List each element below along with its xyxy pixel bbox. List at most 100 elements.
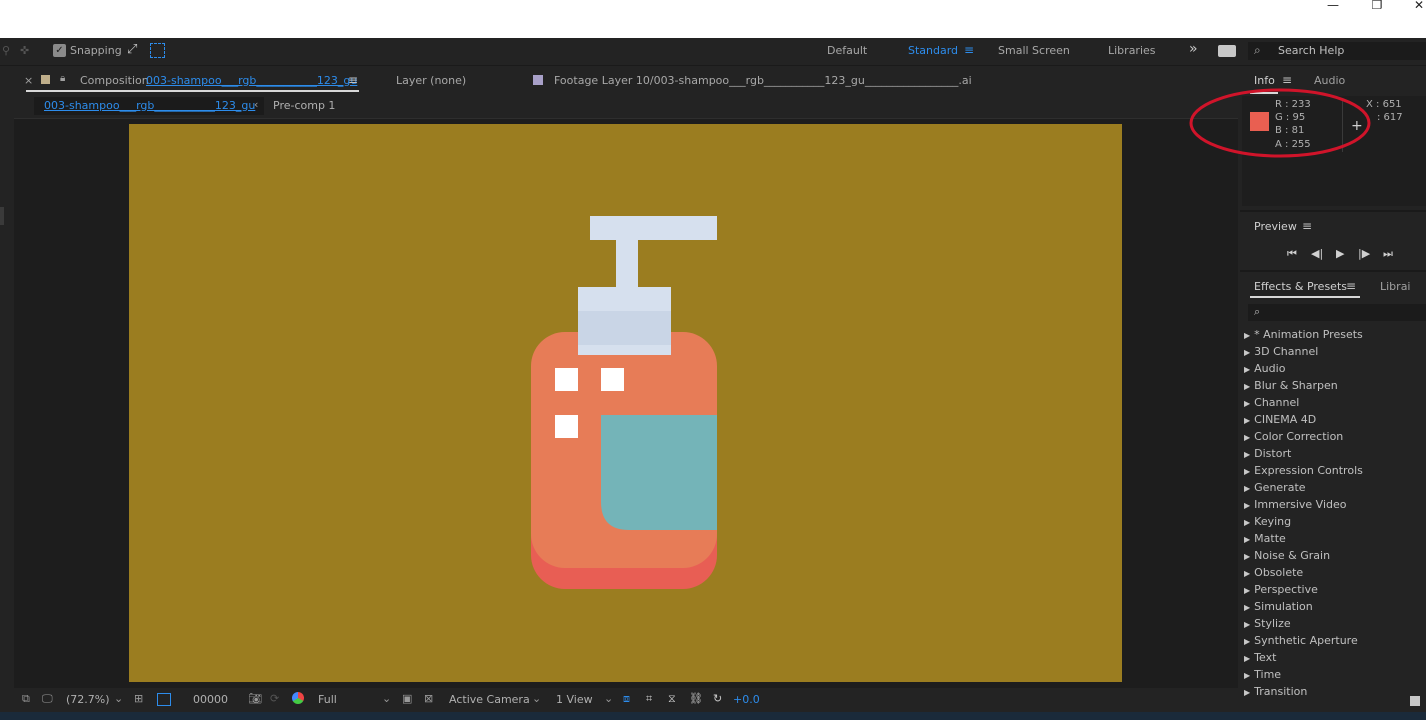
resolution-chevron-icon[interactable]: ⌄: [382, 692, 391, 705]
libraries-tab[interactable]: Librai: [1380, 280, 1411, 293]
snapshot-camera-icon[interactable]: 📷︎: [248, 692, 262, 705]
effects-search-field[interactable]: ⌕: [1248, 304, 1426, 321]
effect-category[interactable]: ▶ Perspective: [1244, 581, 1426, 598]
exposure-value[interactable]: +0.0: [733, 693, 760, 706]
expand-triangle-icon: ▶: [1244, 365, 1251, 374]
effect-category[interactable]: ▶ Keying: [1244, 513, 1426, 530]
sync-settings-icon[interactable]: [1218, 45, 1236, 57]
preview-menu-icon[interactable]: ≡: [1302, 219, 1312, 233]
breadcrumb-arrow-icon: ‹: [254, 98, 259, 111]
puppet-tool-icon[interactable]: ✜: [20, 44, 34, 58]
composition-tab-prefix[interactable]: Composition: [80, 74, 149, 87]
effects-menu-icon[interactable]: ≡: [1346, 279, 1356, 293]
effect-category[interactable]: ▶ Text: [1244, 649, 1426, 666]
breadcrumb-precomp[interactable]: Pre-comp 1: [273, 99, 335, 112]
bottle-label: [601, 415, 717, 530]
view-chevron-icon[interactable]: ⌄: [604, 692, 613, 705]
preview-title: Preview: [1254, 220, 1297, 233]
minimize-button[interactable]: —: [1318, 0, 1348, 14]
effect-category[interactable]: ▶ Obsolete: [1244, 564, 1426, 581]
workspace-default[interactable]: Default: [827, 44, 867, 57]
effects-list: ▶ * Animation Presets ▶ 3D Channel ▶ Audio …: [1244, 326, 1426, 696]
effect-category[interactable]: ▶ Distort: [1244, 445, 1426, 462]
effect-category[interactable]: ▶ Noise & Grain: [1244, 547, 1426, 564]
fast-previews-icon[interactable]: ⌗: [646, 692, 652, 706]
play-icon[interactable]: ▶︎: [1336, 247, 1344, 260]
region-of-interest-icon[interactable]: ▣: [402, 692, 412, 705]
effect-category[interactable]: ▶ Matte: [1244, 530, 1426, 547]
effect-category[interactable]: ▶ Blur & Sharpen: [1244, 377, 1426, 394]
effect-category[interactable]: ▶ Audio: [1244, 360, 1426, 377]
main-toolbar: [0, 38, 1426, 66]
more-workspaces-icon[interactable]: »: [1189, 41, 1198, 57]
layer-tab[interactable]: Layer (none): [396, 74, 466, 87]
close-tab-icon[interactable]: ×: [24, 74, 33, 87]
new-folder-icon[interactable]: [1410, 696, 1420, 706]
expand-triangle-icon: ▶: [1244, 535, 1251, 544]
composition-tab-menu-icon[interactable]: ≡: [348, 73, 358, 87]
breadcrumb-current[interactable]: 003-shampoo___rgb___________123_gu: [44, 99, 255, 112]
expand-triangle-icon: ▶: [1244, 518, 1251, 527]
effect-category[interactable]: ▶ CINEMA 4D: [1244, 411, 1426, 428]
workspace-small-screen[interactable]: Small Screen: [998, 44, 1070, 57]
pin-tool-icon[interactable]: ⚲: [2, 44, 16, 58]
left-panel-handle[interactable]: [0, 207, 4, 225]
shampoo-bottle-illustration: [531, 216, 717, 589]
grid-guides-icon[interactable]: ⊞: [134, 692, 143, 705]
effect-category[interactable]: ▶ Channel: [1244, 394, 1426, 411]
snapping-checkbox[interactable]: ✓: [53, 44, 66, 57]
first-frame-icon[interactable]: ⏮: [1287, 247, 1297, 261]
effect-category[interactable]: ▶ Simulation: [1244, 598, 1426, 615]
expand-triangle-icon: ▶: [1244, 450, 1251, 459]
restore-button[interactable]: ❐: [1362, 0, 1392, 14]
timeline-icon[interactable]: ⧖: [668, 692, 676, 706]
effect-category[interactable]: ▶ Immersive Video: [1244, 496, 1426, 513]
flowchart-icon[interactable]: ⛓: [689, 692, 703, 705]
toggle-pixel-aspect-icon[interactable]: ⧈: [623, 692, 630, 706]
camera-dropdown[interactable]: Active Camera: [449, 693, 530, 706]
effects-presets-title[interactable]: Effects & Presets: [1254, 280, 1347, 293]
resolution-dropdown[interactable]: Full: [318, 693, 337, 706]
effect-category[interactable]: ▶ Generate: [1244, 479, 1426, 496]
view-layout-dropdown[interactable]: 1 View: [556, 693, 593, 706]
snap-features-icon[interactable]: [150, 43, 165, 58]
footage-tab[interactable]: Footage Layer 10/003-shampoo___rgb______…: [554, 74, 972, 87]
zoom-dropdown[interactable]: (72.7%): [66, 693, 110, 706]
composition-viewer[interactable]: [129, 124, 1122, 682]
channel-rgb-icon[interactable]: [292, 692, 304, 704]
always-preview-icon[interactable]: ⧉: [22, 692, 30, 706]
effect-category[interactable]: ▶ 3D Channel: [1244, 343, 1426, 360]
lock-icon[interactable]: 🔒︎: [60, 73, 65, 84]
next-frame-icon[interactable]: |▶︎: [1358, 247, 1370, 260]
workspace-standard[interactable]: Standard: [908, 44, 958, 57]
effect-category[interactable]: ▶ * Animation Presets: [1244, 326, 1426, 343]
previous-frame-icon[interactable]: ◀︎|: [1311, 247, 1323, 260]
info-menu-icon[interactable]: ≡: [1282, 73, 1292, 87]
last-frame-icon[interactable]: ⏭: [1383, 247, 1393, 261]
effect-category[interactable]: ▶ Synthetic Aperture: [1244, 632, 1426, 649]
window-title-bar: [0, 0, 1426, 38]
info-y-coordinate: : 617: [1377, 112, 1403, 123]
transparency-grid-icon[interactable]: ⊠: [424, 692, 433, 705]
effect-category[interactable]: ▶ Time: [1244, 666, 1426, 683]
monitor-icon[interactable]: 🖵︎: [42, 692, 53, 706]
composition-tab-name[interactable]: 003-shampoo___rgb___________123_gu: [146, 74, 357, 87]
effect-category[interactable]: ▶ Transition: [1244, 683, 1426, 696]
timecode[interactable]: 00000: [193, 693, 228, 706]
workspace-libraries[interactable]: Libraries: [1108, 44, 1156, 57]
expand-triangle-icon: ▶: [1244, 569, 1251, 578]
reset-exposure-icon[interactable]: ↻: [713, 692, 722, 705]
effect-category[interactable]: ▶ Expression Controls: [1244, 462, 1426, 479]
search-help-field[interactable]: ⌕ Search Help: [1248, 42, 1426, 60]
mask-visibility-icon[interactable]: [157, 693, 171, 706]
composition-color-label[interactable]: [41, 75, 50, 84]
close-button[interactable]: ✕: [1404, 0, 1426, 14]
effect-category[interactable]: ▶ Stylize: [1244, 615, 1426, 632]
expand-triangle-icon: ▶: [1244, 688, 1251, 696]
zoom-chevron-icon[interactable]: ⌄: [114, 692, 123, 705]
show-snapshot-icon[interactable]: ⟳: [270, 692, 279, 705]
effect-category[interactable]: ▶ Color Correction: [1244, 428, 1426, 445]
camera-chevron-icon[interactable]: ⌄: [532, 692, 541, 705]
snap-edges-icon[interactable]: ⤢: [127, 42, 137, 57]
workspace-menu-icon[interactable]: ≡: [964, 43, 974, 57]
